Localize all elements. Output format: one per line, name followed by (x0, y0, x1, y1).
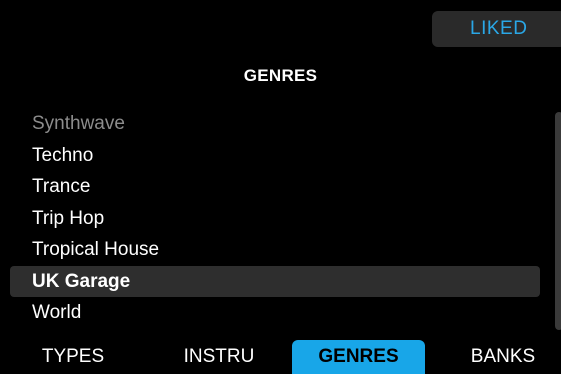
list-item[interactable]: Tropical House (10, 234, 540, 266)
tab-types[interactable]: TYPES (18, 340, 128, 374)
genre-list: Synthwave Techno Trance Trip Hop Tropica… (10, 108, 540, 329)
tab-instru[interactable]: INSTRU (164, 340, 274, 374)
list-item[interactable]: Trip Hop (10, 203, 540, 235)
list-item-selected[interactable]: UK Garage (10, 265, 540, 297)
list-item[interactable]: Synthwave (10, 108, 540, 140)
list-item[interactable]: World (10, 297, 540, 329)
list-item[interactable]: Techno (10, 140, 540, 172)
list-item[interactable]: Trance (10, 171, 540, 203)
tab-bar: TYPES INSTRU GENRES BANKS (0, 340, 561, 374)
tab-genres[interactable]: GENRES (292, 340, 425, 374)
genre-browser-screen: LIKED GENRES Synthwave Techno Trance Tri… (0, 0, 561, 374)
tab-banks[interactable]: BANKS (448, 340, 558, 374)
page-title: GENRES (243, 66, 318, 85)
liked-button[interactable]: LIKED (432, 11, 561, 47)
scrollbar[interactable] (555, 112, 561, 330)
